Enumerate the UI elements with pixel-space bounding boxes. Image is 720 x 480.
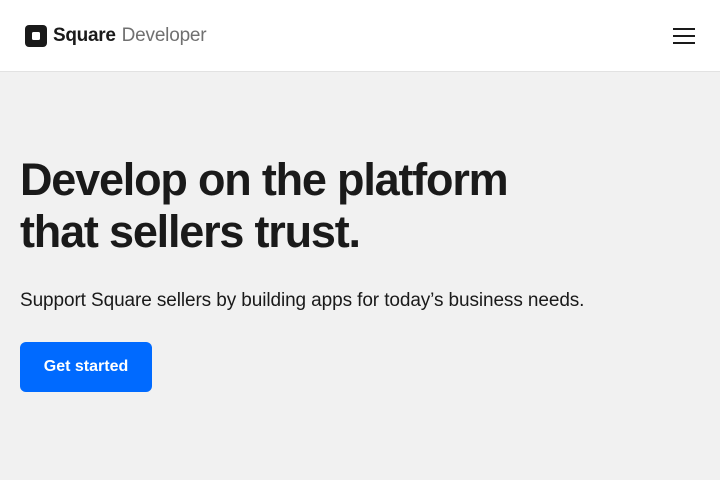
menu-line [673,28,695,30]
menu-line [673,42,695,44]
square-developer-logo[interactable]: Square Developer [25,24,207,48]
logo-brand-text: Square [53,25,116,46]
hero-title-line-1: Develop on the platform [20,154,509,205]
logo-product-text: Developer [121,25,207,46]
square-logo-icon [25,25,47,47]
get-started-button[interactable]: Get started [20,342,152,392]
hero-title-line-2: that sellers trust. [20,206,361,257]
menu-line [673,35,695,37]
hamburger-menu-icon[interactable] [668,22,700,50]
site-header: Square Developer [0,0,720,72]
hero-subtitle: Support Square sellers by building apps … [20,290,585,311]
hero-title: Develop on the platform that sellers tru… [20,154,700,258]
